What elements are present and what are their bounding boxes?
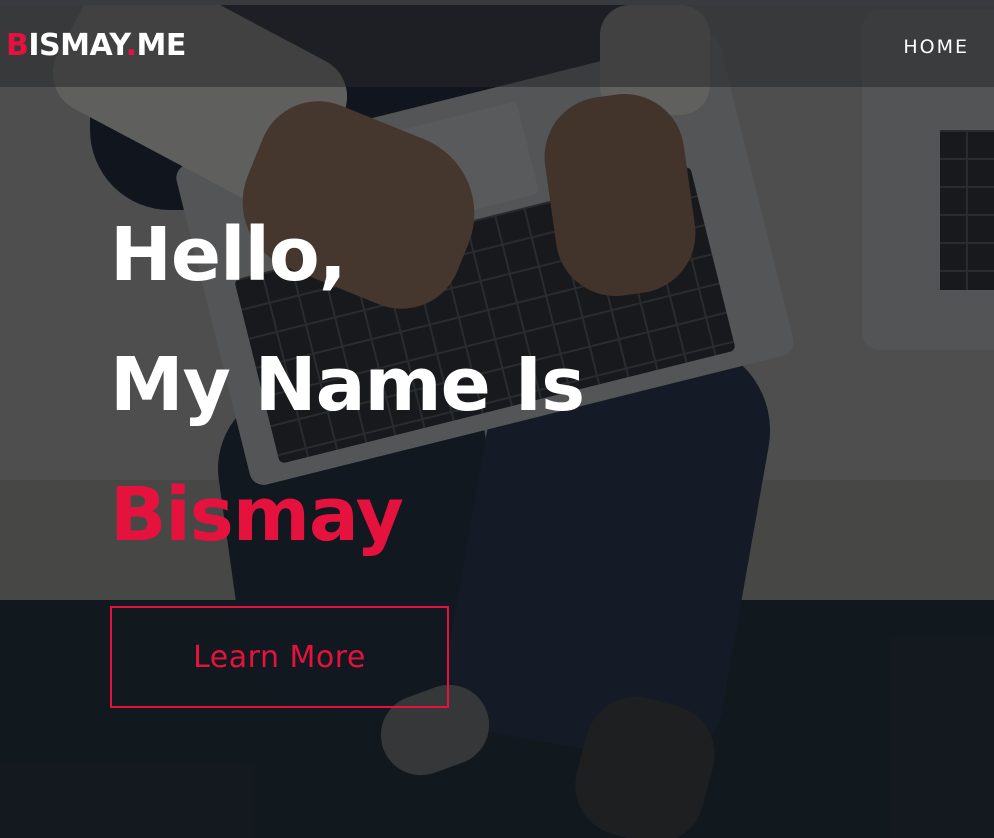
logo-tld: ME [136,28,187,63]
hero-headline: Hello, My Name Is Bismay [110,190,585,580]
logo-dot: . [125,28,137,63]
hero-section: BISMAY.ME HOME Hello, My Name Is Bismay … [0,0,994,838]
site-header: BISMAY.ME HOME [0,5,994,87]
hero-name: Bismay [110,472,404,558]
hero-intro: My Name Is [110,342,585,428]
logo-name: ISMAY [28,28,126,63]
nav-link-home[interactable]: HOME [903,35,969,59]
logo-initial: B [6,28,29,63]
learn-more-button[interactable]: Learn More [110,606,449,708]
hero-greeting: Hello, [110,212,347,298]
site-logo[interactable]: BISMAY.ME [6,29,186,63]
